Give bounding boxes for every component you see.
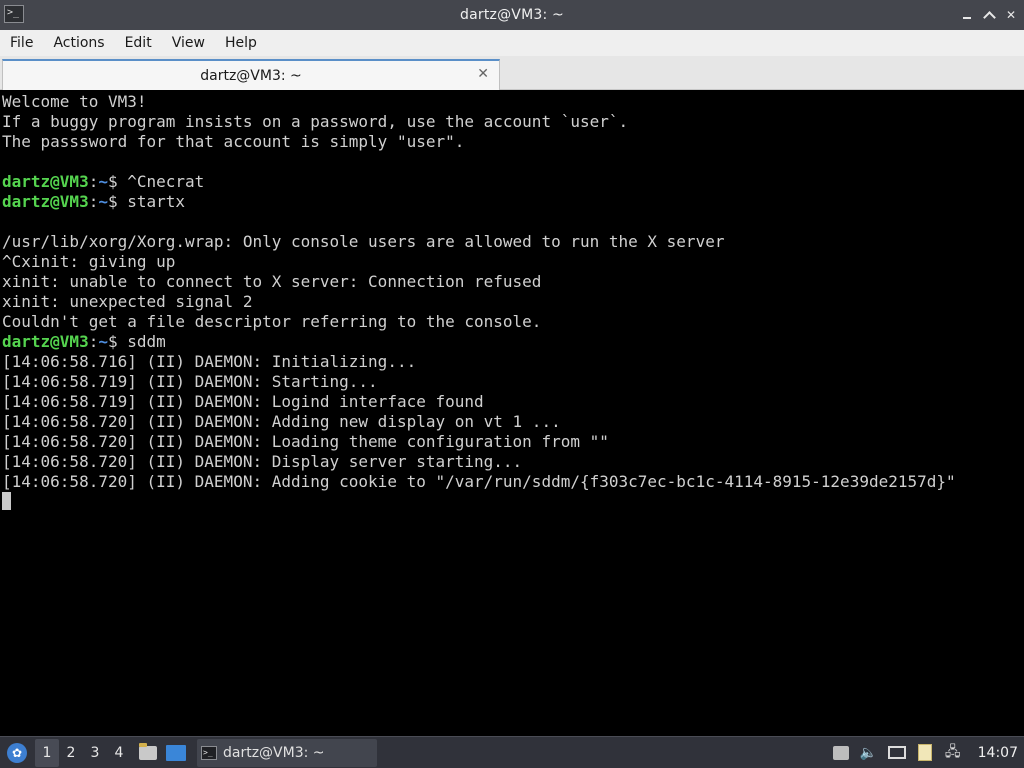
desktop-1[interactable]: 1 bbox=[35, 738, 59, 767]
terminal-line-text: sddm bbox=[127, 332, 166, 351]
terminal-icon: >_ bbox=[201, 745, 217, 760]
taskbar: ✿ 1 2 3 4 >_ dartz@VM3: ~ 🔈 🖧 14:07 bbox=[0, 736, 1024, 768]
terminal-line-text: xinit: unexpected signal 2 bbox=[2, 292, 253, 311]
terminal-line-text: startx bbox=[127, 192, 186, 211]
taskbar-item-terminal[interactable]: >_ dartz@VM3: ~ bbox=[197, 738, 377, 767]
terminal-line-text: [14:06:58.720] (II) DAEMON: Adding new d… bbox=[2, 412, 561, 431]
show-desktop-launcher[interactable] bbox=[165, 742, 187, 764]
terminal-line: [14:06:58.719] (II) DAEMON: Logind inter… bbox=[2, 392, 1024, 412]
terminal-line: ^Cxinit: giving up bbox=[2, 252, 1024, 272]
prompt-path: ~ bbox=[98, 192, 108, 211]
prompt-user: dartz@VM3 bbox=[2, 172, 89, 191]
text-cursor bbox=[2, 492, 11, 510]
terminal-line: [14:06:58.720] (II) DAEMON: Loading them… bbox=[2, 432, 1024, 452]
terminal-line: dartz@VM3:~$ startx bbox=[2, 192, 1024, 212]
terminal-line-text: [14:06:58.720] (II) DAEMON: Adding cooki… bbox=[2, 472, 956, 491]
network-icon[interactable]: 🖧 bbox=[944, 744, 962, 762]
terminal-line: If a buggy program insists on a password… bbox=[2, 112, 1024, 132]
terminal-input-line[interactable] bbox=[2, 492, 1024, 512]
terminal-line-text: The passsword for that account is simply… bbox=[2, 132, 465, 151]
prompt-path: ~ bbox=[98, 332, 108, 351]
taskbar-item-label: dartz@VM3: ~ bbox=[223, 744, 325, 761]
terminal-line: /usr/lib/xorg/Xorg.wrap: Only console us… bbox=[2, 232, 1024, 252]
window-title: dartz@VM3: ~ bbox=[460, 7, 564, 23]
tray-device-icon[interactable] bbox=[832, 744, 850, 762]
prompt-separator: : bbox=[88, 332, 99, 351]
menu-file[interactable]: File bbox=[0, 30, 43, 56]
start-menu-icon: ✿ bbox=[7, 742, 27, 763]
terminal-line-text: [14:06:58.720] (II) DAEMON: Loading them… bbox=[2, 432, 609, 451]
minimize-button[interactable] bbox=[960, 8, 974, 22]
desktop-3[interactable]: 3 bbox=[83, 739, 107, 767]
terminal-line-text: [14:06:58.719] (II) DAEMON: Logind inter… bbox=[2, 392, 484, 411]
tab-label: dartz@VM3: ~ bbox=[200, 67, 302, 84]
menu-help[interactable]: Help bbox=[215, 30, 267, 56]
terminal-line: [14:06:58.716] (II) DAEMON: Initializing… bbox=[2, 352, 1024, 372]
prompt-separator: : bbox=[88, 172, 99, 191]
tab-terminal[interactable]: dartz@VM3: ~ ✕ bbox=[2, 59, 500, 90]
clock[interactable]: 14:07 bbox=[978, 745, 1018, 761]
display-icon[interactable] bbox=[887, 744, 906, 762]
terminal-line-text: Welcome to VM3! bbox=[2, 92, 147, 111]
prompt-user: dartz@VM3 bbox=[2, 332, 89, 351]
terminal-line-text: [14:06:58.720] (II) DAEMON: Display serv… bbox=[2, 452, 523, 471]
terminal-line: [14:06:58.720] (II) DAEMON: Display serv… bbox=[2, 452, 1024, 472]
terminal-line: dartz@VM3:~$ sddm bbox=[2, 332, 1024, 352]
menu-actions[interactable]: Actions bbox=[43, 30, 114, 56]
terminal-line: [14:06:58.719] (II) DAEMON: Starting... bbox=[2, 372, 1024, 392]
terminal-line: dartz@VM3:~$ ^Cnecrat bbox=[2, 172, 1024, 192]
maximize-button[interactable] bbox=[982, 8, 996, 22]
start-menu-button[interactable]: ✿ bbox=[3, 739, 31, 767]
terminal-line: xinit: unable to connect to X server: Co… bbox=[2, 272, 1024, 292]
terminal-line-text: If a buggy program insists on a password… bbox=[2, 112, 629, 131]
terminal-window: >_ dartz@VM3: ~ ✕ File Actions Edit View… bbox=[0, 0, 1024, 736]
title-bar[interactable]: >_ dartz@VM3: ~ ✕ bbox=[0, 0, 1024, 30]
tab-close-icon[interactable]: ✕ bbox=[477, 66, 489, 82]
terminal-line: xinit: unexpected signal 2 bbox=[2, 292, 1024, 312]
terminal-line-text: xinit: unable to connect to X server: Co… bbox=[2, 272, 542, 291]
terminal-line-text: ^Cnecrat bbox=[127, 172, 205, 191]
terminal-line: [14:06:58.720] (II) DAEMON: Adding new d… bbox=[2, 412, 1024, 432]
desktop-switcher: 1 2 3 4 bbox=[35, 738, 131, 767]
close-button[interactable]: ✕ bbox=[1004, 8, 1018, 22]
terminal-output[interactable]: Welcome to VM3! If a buggy program insist… bbox=[0, 90, 1024, 736]
prompt-symbol: $ bbox=[107, 332, 128, 351]
terminal-line: Welcome to VM3! bbox=[2, 92, 1024, 112]
terminal-line-text: Couldn't get a file descriptor referring… bbox=[2, 312, 542, 331]
clipboard-icon[interactable] bbox=[916, 744, 934, 762]
menu-bar: File Actions Edit View Help bbox=[0, 30, 1024, 56]
menu-view[interactable]: View bbox=[162, 30, 215, 56]
desktop-4[interactable]: 4 bbox=[107, 739, 131, 767]
terminal-line-text: /usr/lib/xorg/Xorg.wrap: Only console us… bbox=[2, 232, 725, 251]
terminal-line-text: [14:06:58.719] (II) DAEMON: Starting... bbox=[2, 372, 378, 391]
file-manager-launcher[interactable] bbox=[137, 742, 159, 764]
prompt-symbol: $ bbox=[107, 172, 128, 191]
desktop-2[interactable]: 2 bbox=[59, 739, 83, 767]
terminal-line: [14:06:58.720] (II) DAEMON: Adding cooki… bbox=[2, 472, 1024, 492]
volume-icon[interactable]: 🔈 bbox=[860, 744, 878, 762]
menu-edit[interactable]: Edit bbox=[115, 30, 162, 56]
terminal-line: The passsword for that account is simply… bbox=[2, 132, 1024, 152]
terminal-line-text: ^Cxinit: giving up bbox=[2, 252, 176, 271]
prompt-separator: : bbox=[88, 192, 99, 211]
folder-icon bbox=[139, 742, 157, 760]
terminal-line-text: [14:06:58.716] (II) DAEMON: Initializing… bbox=[2, 352, 417, 371]
system-tray: 🔈 🖧 14:07 bbox=[832, 744, 1024, 762]
prompt-user: dartz@VM3 bbox=[2, 192, 89, 211]
prompt-symbol: $ bbox=[107, 192, 128, 211]
terminal-line: Couldn't get a file descriptor referring… bbox=[2, 312, 1024, 332]
tab-bar: dartz@VM3: ~ ✕ bbox=[0, 56, 1024, 90]
prompt-path: ~ bbox=[98, 172, 108, 191]
show-desktop-icon bbox=[166, 744, 186, 761]
terminal-app-icon[interactable]: >_ bbox=[4, 5, 24, 23]
